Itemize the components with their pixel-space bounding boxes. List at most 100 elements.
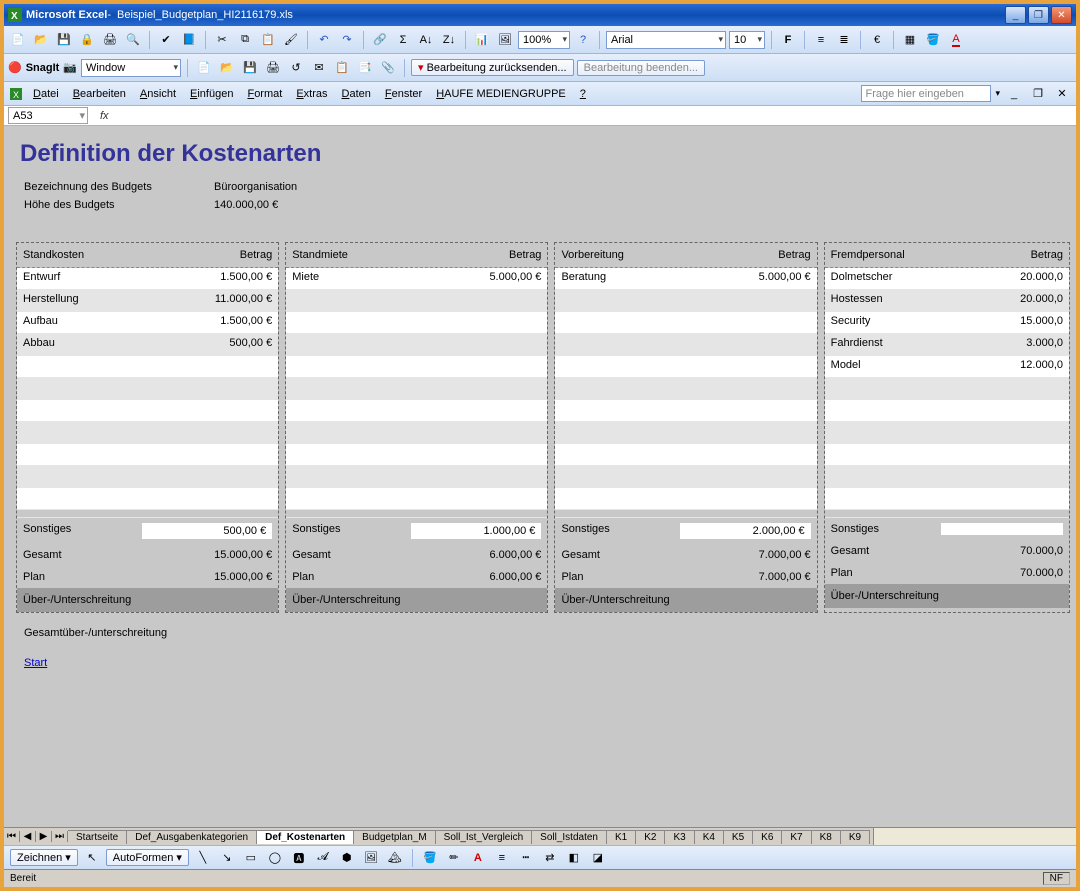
table-row[interactable] (286, 334, 547, 356)
shadow-icon[interactable]: ◧ (564, 848, 584, 868)
copy-icon[interactable]: ⧉ (235, 30, 255, 50)
table-row[interactable] (555, 422, 816, 444)
cut-icon[interactable]: ✂ (212, 30, 232, 50)
font-name-combo[interactable]: Arial (606, 31, 726, 49)
menu-item-extras[interactable]: Extras (289, 86, 334, 102)
start-link[interactable]: Start (10, 653, 61, 679)
select-objects-icon[interactable]: ↖ (82, 848, 102, 868)
tab-first-icon[interactable]: ⏮ (4, 831, 20, 842)
table-row[interactable] (286, 356, 547, 378)
table-row[interactable]: Herstellung11.000,00 € (17, 290, 278, 312)
sonstiges-row[interactable]: Sonstiges2.000,00 € (555, 518, 816, 544)
sheet-tab-soll_ist_vergleich[interactable]: Soll_Ist_Vergleich (435, 830, 533, 844)
paste-icon[interactable]: 📋 (258, 30, 278, 50)
table-row[interactable] (555, 466, 816, 488)
line-color-icon[interactable]: ✏ (444, 848, 464, 868)
save-icon[interactable]: 💾 (54, 30, 74, 50)
sonstiges-row[interactable]: Sonstiges1.000,00 € (286, 518, 547, 544)
sort-desc-icon[interactable]: Z↓ (439, 30, 459, 50)
table-row[interactable]: Dolmetscher20.000,0 (825, 268, 1069, 290)
menu-item-fenster[interactable]: Fenster (378, 86, 429, 102)
maximize-button[interactable]: ❐ (1028, 6, 1049, 24)
table-row[interactable] (17, 356, 278, 378)
fill-color-draw-icon[interactable]: 🪣 (420, 848, 440, 868)
mdi-minimize-icon[interactable]: _ (1004, 84, 1024, 104)
fill-color-icon[interactable]: 🪣 (923, 30, 943, 50)
draw-menu-button[interactable]: Zeichnen ▾ (10, 849, 78, 866)
sheet-tab-k1[interactable]: K1 (606, 830, 636, 844)
table-row[interactable] (286, 488, 547, 510)
table-row[interactable] (825, 444, 1069, 466)
font-color-icon[interactable]: A (946, 30, 966, 50)
tb2-icon-7[interactable]: 📋 (332, 58, 352, 78)
sort-asc-icon[interactable]: A↓ (416, 30, 436, 50)
table-row[interactable] (286, 378, 547, 400)
align-left-icon[interactable]: ≡ (811, 30, 831, 50)
sheet-tab-def_kostenarten[interactable]: Def_Kostenarten (256, 830, 354, 844)
tb2-icon-4[interactable]: 🖨 (263, 58, 283, 78)
table-row[interactable] (286, 400, 547, 422)
snagit-mode-combo[interactable]: Window (81, 59, 181, 77)
line-icon[interactable]: ╲ (193, 848, 213, 868)
oval-icon[interactable]: ◯ (265, 848, 285, 868)
mdi-restore-icon[interactable]: ❐ (1028, 84, 1048, 104)
table-row[interactable] (17, 400, 278, 422)
close-button[interactable]: ✕ (1051, 6, 1072, 24)
tb2-icon-3[interactable]: 💾 (240, 58, 260, 78)
table-row[interactable] (825, 422, 1069, 444)
print-icon[interactable]: 🖨 (100, 30, 120, 50)
sheet-tab-soll_istdaten[interactable]: Soll_Istdaten (531, 830, 607, 844)
drawing-icon[interactable]: 🖼 (495, 30, 515, 50)
research-icon[interactable]: 📘 (179, 30, 199, 50)
border-icon[interactable]: ▦ (900, 30, 920, 50)
font-color-draw-icon[interactable]: A (468, 848, 488, 868)
currency-icon[interactable]: € (867, 30, 887, 50)
open-icon[interactable]: 📂 (31, 30, 51, 50)
track-end-button[interactable]: Bearbeitung beenden... (577, 60, 705, 76)
tb2-icon-8[interactable]: 📑 (355, 58, 375, 78)
bold-icon[interactable]: F (778, 30, 798, 50)
minimize-button[interactable]: _ (1005, 6, 1026, 24)
sheet-tab-startseite[interactable]: Startseite (68, 830, 127, 844)
table-row[interactable]: Aufbau1.500,00 € (17, 312, 278, 334)
dash-style-icon[interactable]: ┅ (516, 848, 536, 868)
menu-item-daten[interactable]: Daten (335, 86, 378, 102)
table-row[interactable] (555, 334, 816, 356)
hyperlink-icon[interactable]: 🔗 (370, 30, 390, 50)
clipart-icon[interactable]: 🖼 (361, 848, 381, 868)
table-row[interactable] (555, 312, 816, 334)
table-row[interactable] (17, 466, 278, 488)
menu-item-datei[interactable]: Datei (26, 86, 66, 102)
table-row[interactable] (555, 290, 816, 312)
table-row[interactable] (555, 488, 816, 510)
wordart-icon[interactable]: 𝓐 (313, 848, 333, 868)
sonstiges-row[interactable]: Sonstiges (825, 518, 1069, 540)
menu-item-format[interactable]: Format (240, 86, 289, 102)
table-row[interactable] (825, 488, 1069, 510)
autoshapes-button[interactable]: AutoFormen ▾ (106, 849, 189, 866)
table-row[interactable] (286, 290, 547, 312)
table-row[interactable] (286, 422, 547, 444)
menu-item-[interactable]: ? (573, 86, 593, 102)
sheet-tab-k5[interactable]: K5 (723, 830, 753, 844)
menu-item-bearbeiten[interactable]: Bearbeiten (66, 86, 133, 102)
arrow-icon[interactable]: ↘ (217, 848, 237, 868)
textbox-icon[interactable]: 🅰 (289, 848, 309, 868)
format-painter-icon[interactable]: 🖌 (281, 30, 301, 50)
sonstiges-row[interactable]: Sonstiges500,00 € (17, 518, 278, 544)
table-row[interactable] (17, 488, 278, 510)
table-row[interactable]: Security15.000,0 (825, 312, 1069, 334)
undo-icon[interactable]: ↶ (314, 30, 334, 50)
permission-icon[interactable]: 🔒 (77, 30, 97, 50)
align-center-icon[interactable]: ≣ (834, 30, 854, 50)
menu-item-haufemediengruppe[interactable]: HAUFE MEDIENGRUPPE (429, 86, 573, 102)
table-row[interactable]: Beratung5.000,00 € (555, 268, 816, 290)
table-row[interactable] (286, 466, 547, 488)
workbook-icon[interactable]: X (8, 86, 24, 102)
mdi-close-icon[interactable]: ✕ (1052, 84, 1072, 104)
table-row[interactable]: Abbau500,00 € (17, 334, 278, 356)
sheet-tab-k2[interactable]: K2 (635, 830, 665, 844)
table-row[interactable] (555, 378, 816, 400)
tb2-icon-2[interactable]: 📂 (217, 58, 237, 78)
fx-label[interactable]: fx (92, 110, 117, 122)
